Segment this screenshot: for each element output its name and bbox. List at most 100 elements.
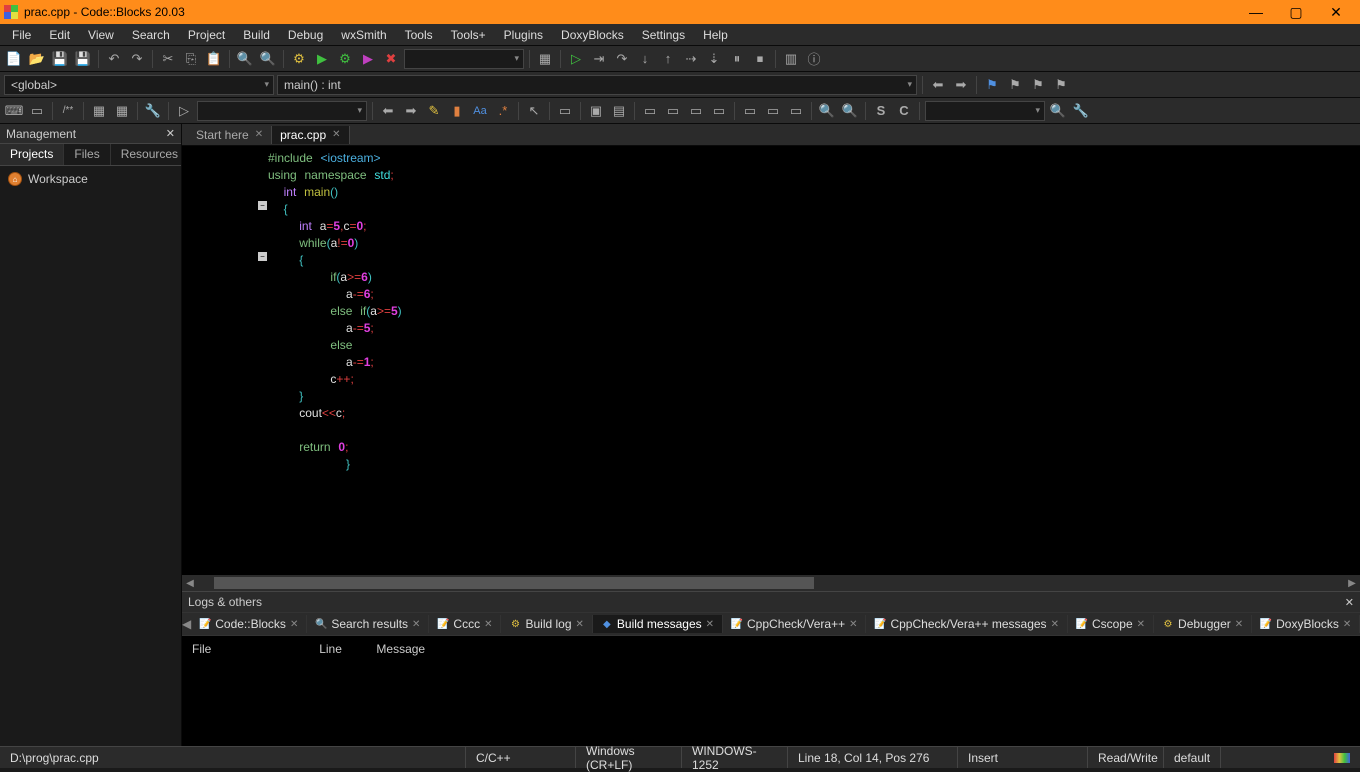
redo-icon[interactable]: ↷ <box>127 49 147 69</box>
wx-box3-icon[interactable]: ▭ <box>686 101 706 121</box>
cut-icon[interactable]: ✂ <box>158 49 178 69</box>
log-tab[interactable]: 📝Cscope✕ <box>1068 615 1154 633</box>
nav-fwd-icon[interactable]: ➡ <box>951 75 971 95</box>
run-script-icon[interactable]: ▷ <box>174 101 194 121</box>
log-tab[interactable]: 📝DoxyBlocks✕ <box>1252 615 1360 633</box>
regex-icon[interactable]: .* <box>493 101 513 121</box>
log-tab[interactable]: 📝CppCheck/Vera++ messages✕ <box>866 615 1067 633</box>
debug-stop-icon[interactable]: ⏹ <box>750 49 770 69</box>
find-icon[interactable]: 🔍 <box>235 49 255 69</box>
sidebar-tab-resources[interactable]: Resources <box>111 144 189 165</box>
tab-close-icon[interactable]: ✕ <box>412 619 420 630</box>
build-run-icon[interactable]: ⚙ <box>335 49 355 69</box>
log-tab[interactable]: ◆Build messages✕ <box>593 615 723 633</box>
scope-combo[interactable]: <global> <box>4 75 274 95</box>
new-file-icon[interactable]: 📄 <box>4 49 24 69</box>
build-target-combo[interactable] <box>404 49 524 69</box>
run-icon[interactable]: ▶ <box>312 49 332 69</box>
wrench-icon[interactable]: 🔧 <box>143 101 163 121</box>
open-file-icon[interactable]: 📂 <box>27 49 47 69</box>
wx-ctrl2-icon[interactable]: ▭ <box>763 101 783 121</box>
select-icon[interactable]: ▮ <box>447 101 467 121</box>
log-tab[interactable]: ⚙Debugger✕ <box>1154 615 1252 633</box>
code-editor[interactable]: − − #include <iostream> using namespace … <box>182 146 1360 575</box>
tab-close-icon[interactable]: ✕ <box>290 619 298 630</box>
sidebar-close-icon[interactable]: ✕ <box>166 127 175 140</box>
tab-close-icon[interactable]: ✕ <box>484 619 492 630</box>
script-combo[interactable] <box>197 101 367 121</box>
menu-file[interactable]: File <box>4 26 39 44</box>
nav-back-icon[interactable]: ⬅ <box>928 75 948 95</box>
log-tab[interactable]: 📝Code::Blocks✕ <box>191 615 307 633</box>
close-button[interactable]: ✕ <box>1316 0 1356 24</box>
tab-close-icon[interactable]: ✕ <box>1137 619 1145 630</box>
wx-ctrl3-icon[interactable]: ▭ <box>786 101 806 121</box>
menu-edit[interactable]: Edit <box>41 26 78 44</box>
debug-run-icon[interactable]: ▷ <box>566 49 586 69</box>
function-combo[interactable]: main() : int <box>277 75 917 95</box>
log-tab[interactable]: ⚙Build log✕ <box>501 615 592 633</box>
tab-close-icon[interactable]: ✕ <box>1235 619 1243 630</box>
sidebar-tab-projects[interactable]: Projects <box>0 144 64 165</box>
wx-frame-icon[interactable]: ▭ <box>555 101 575 121</box>
bookmark-clear-icon[interactable]: ⚑ <box>1051 75 1071 95</box>
html-icon[interactable]: ▦ <box>89 101 109 121</box>
tab-close-icon[interactable]: ✕ <box>255 129 263 140</box>
abort-icon[interactable]: ✖ <box>381 49 401 69</box>
wx-ctrl1-icon[interactable]: ▭ <box>740 101 760 121</box>
debug-step-over-icon[interactable]: ↷ <box>612 49 632 69</box>
editor-hscrollbar[interactable]: ◀ ▶ <box>182 575 1360 591</box>
chm-icon[interactable]: ▦ <box>112 101 132 121</box>
rebuild-icon[interactable]: ▶ <box>358 49 378 69</box>
bookmark-next-icon[interactable]: ⚑ <box>1028 75 1048 95</box>
replace-icon[interactable]: 🔍 <box>258 49 278 69</box>
wx-box4-icon[interactable]: ▭ <box>709 101 729 121</box>
maximize-button[interactable]: ▢ <box>1276 0 1316 24</box>
undo-icon[interactable]: ↶ <box>104 49 124 69</box>
menu-wxsmith[interactable]: wxSmith <box>333 26 394 44</box>
fold-marker-icon[interactable]: − <box>258 252 267 261</box>
log-tab[interactable]: 📝CppCheck/Vera++✕ <box>723 615 866 633</box>
bookmark-prev-icon[interactable]: ⚑ <box>1005 75 1025 95</box>
jump-fwd-icon[interactable]: ➡ <box>401 101 421 121</box>
menu-project[interactable]: Project <box>180 26 233 44</box>
debug-continue-icon[interactable]: ⇥ <box>589 49 609 69</box>
menu-doxyblocks[interactable]: DoxyBlocks <box>553 26 632 44</box>
cursor-icon[interactable]: ↖ <box>524 101 544 121</box>
doxy-icon[interactable]: ⌨ <box>4 101 24 121</box>
comment-block-icon[interactable]: /** <box>58 101 78 121</box>
highlight-icon[interactable]: ✎ <box>424 101 444 121</box>
doxy-run-icon[interactable]: ▭ <box>27 101 47 121</box>
workspace-root[interactable]: ⌂ Workspace <box>6 170 175 188</box>
wx-sizer-icon[interactable]: ▤ <box>609 101 629 121</box>
menu-search[interactable]: Search <box>124 26 178 44</box>
menu-help[interactable]: Help <box>695 26 736 44</box>
wx-box2-icon[interactable]: ▭ <box>663 101 683 121</box>
editor-tab[interactable]: prac.cpp✕ <box>272 126 349 144</box>
wx-box1-icon[interactable]: ▭ <box>640 101 660 121</box>
save-icon[interactable]: 💾 <box>50 49 70 69</box>
menu-toolsplus[interactable]: Tools+ <box>443 26 494 44</box>
editor-tab[interactable]: Start here✕ <box>188 126 272 144</box>
letter-c-icon[interactable]: C <box>894 101 914 121</box>
copy-icon[interactable]: ⎘ <box>181 49 201 69</box>
tab-close-icon[interactable]: ✕ <box>332 129 340 140</box>
match-case-icon[interactable]: Aa <box>470 101 490 121</box>
debug-info-icon[interactable]: ⓘ <box>804 49 824 69</box>
bookmark-toggle-icon[interactable]: ⚑ <box>982 75 1002 95</box>
letter-s-icon[interactable]: S <box>871 101 891 121</box>
tab-close-icon[interactable]: ✕ <box>706 619 714 630</box>
logs-close-icon[interactable]: ✕ <box>1345 596 1354 609</box>
menu-tools[interactable]: Tools <box>397 26 441 44</box>
search-go-icon[interactable]: 🔍 <box>1048 101 1068 121</box>
menu-debug[interactable]: Debug <box>280 26 331 44</box>
sidebar-tab-files[interactable]: Files <box>64 144 110 165</box>
menu-plugins[interactable]: Plugins <box>496 26 551 44</box>
debug-step-into-icon[interactable]: ↓ <box>635 49 655 69</box>
search-opt-icon[interactable]: 🔧 <box>1071 101 1091 121</box>
log-tab[interactable]: 🔍Search results✕ <box>307 615 429 633</box>
tab-close-icon[interactable]: ✕ <box>1343 619 1351 630</box>
wx-panel-icon[interactable]: ▣ <box>586 101 606 121</box>
zoom-in-icon[interactable]: 🔍 <box>817 101 837 121</box>
tab-close-icon[interactable]: ✕ <box>1051 619 1059 630</box>
